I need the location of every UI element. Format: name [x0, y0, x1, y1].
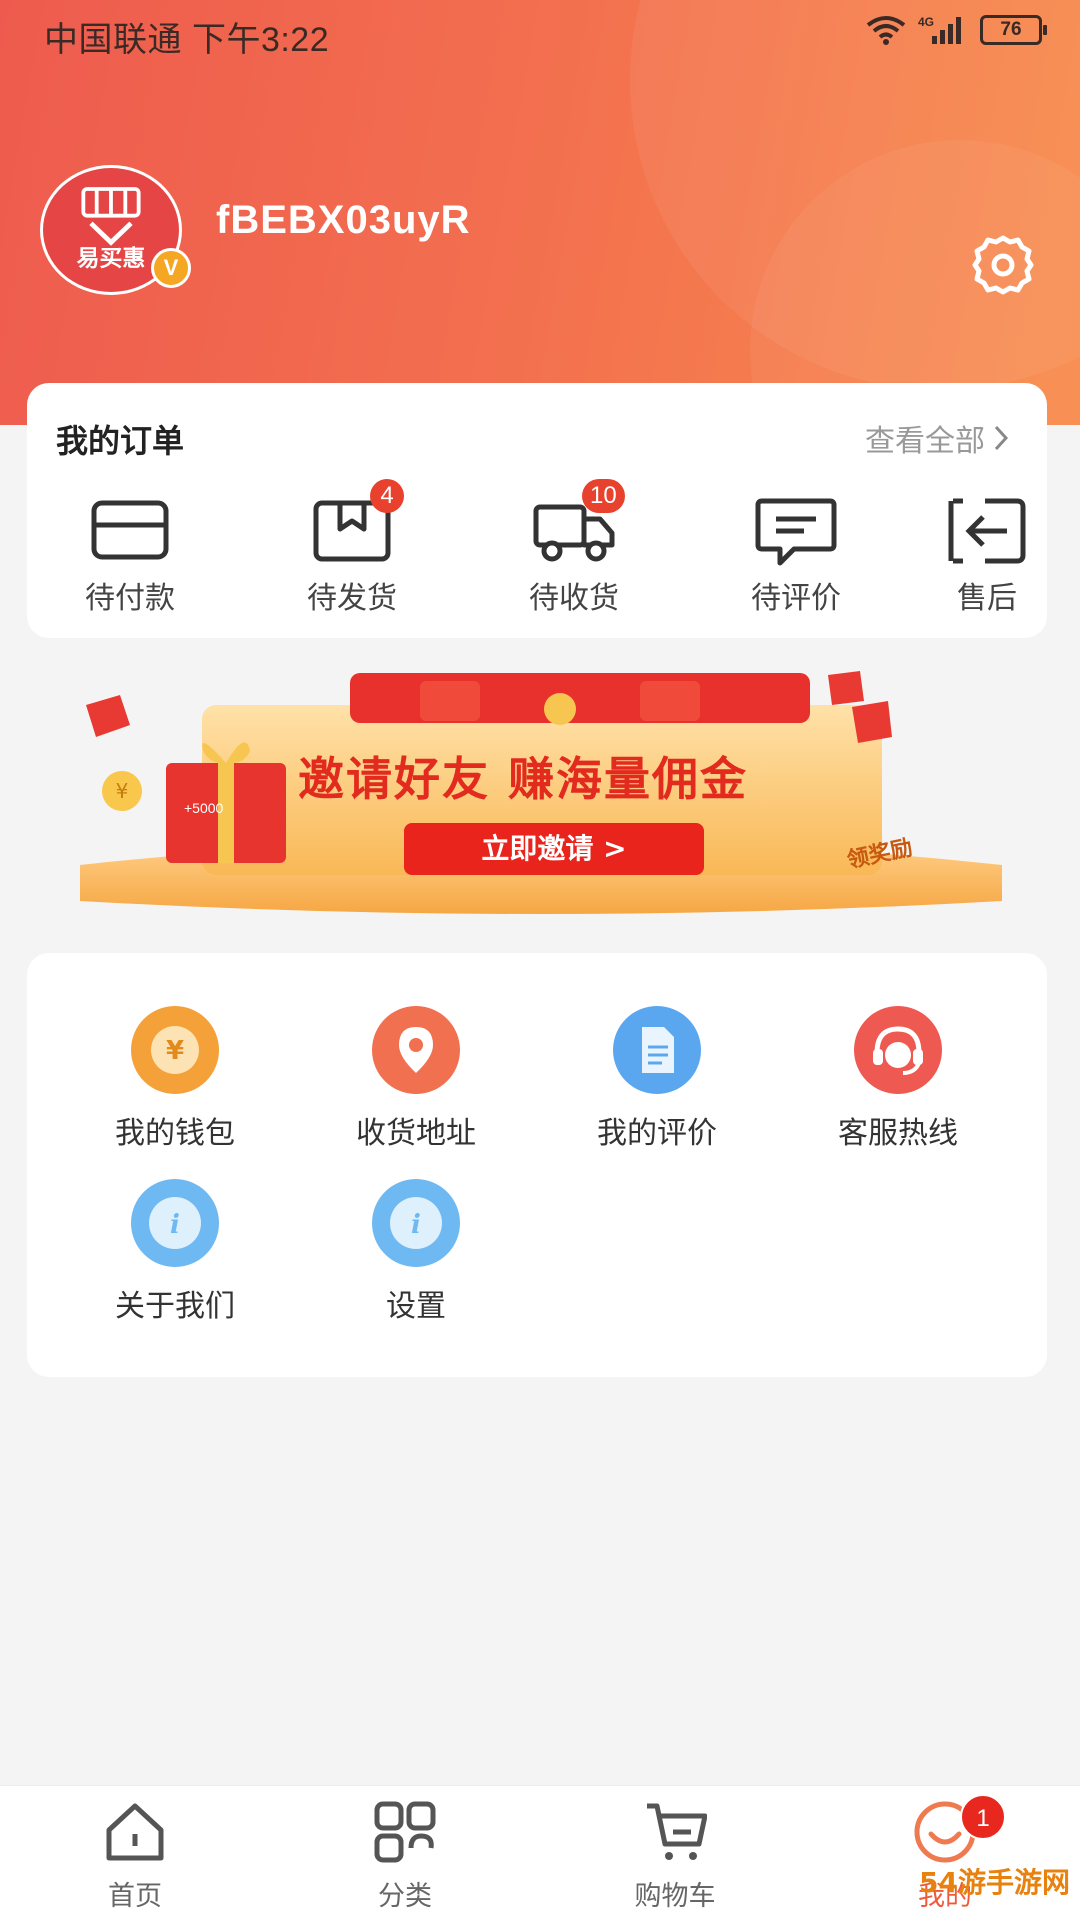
svg-text:¥: ¥	[116, 779, 129, 803]
info-icon: i	[372, 1179, 460, 1267]
signal-icon: 4G	[918, 15, 961, 44]
yuan-coin-icon: ¥	[131, 1006, 219, 1094]
banner-invite-button: 立即邀请 >	[481, 832, 626, 865]
tab-cart[interactable]: 购物车	[595, 1800, 755, 1920]
document-icon	[613, 1006, 701, 1094]
svg-text:54游手游网: 54游手游网	[919, 1866, 1070, 1899]
tab-category[interactable]: 分类	[325, 1800, 485, 1920]
svg-text:¥: ¥	[166, 1036, 184, 1066]
service-label: 我的评价	[597, 1117, 717, 1150]
view-all-orders-link[interactable]: 查看全部	[865, 416, 1009, 460]
status-icons: 4G 76	[866, 14, 1047, 46]
svg-text:易买惠: 易买惠	[77, 246, 146, 272]
orders-card: 我的订单 查看全部 待付款 4 待发货 10 待收货 待评价 售后	[27, 383, 1047, 638]
tab-label: 分类	[378, 1881, 432, 1911]
username: fBEBX03uyR	[216, 198, 471, 242]
service-label: 关于我们	[115, 1290, 235, 1323]
vip-badge: V	[151, 248, 191, 288]
order-label: 待收货	[529, 582, 619, 615]
gear-icon[interactable]	[970, 232, 1036, 298]
info-icon: i	[131, 1179, 219, 1267]
svg-text:+5000: +5000	[184, 800, 224, 816]
location-pin-icon	[372, 1006, 460, 1094]
service-wallet[interactable]: ¥ 我的钱包	[75, 1005, 275, 1155]
chevron-right-icon	[994, 425, 1009, 451]
wifi-icon	[866, 16, 906, 45]
svg-text:4G: 4G	[918, 15, 934, 29]
tab-label: 首页	[108, 1881, 162, 1911]
invite-friends-banner[interactable]: +5000 ¥ 邀请好友 赚海量佣金 立即邀请 > 领奖励	[80, 665, 1002, 920]
site-watermark: 54游手游网	[919, 1866, 1070, 1899]
orders-title: 我的订单	[56, 423, 185, 459]
order-label: 售后	[957, 582, 1017, 615]
order-status-row: 待付款 4 待发货 10 待收货 待评价 售后	[27, 479, 1047, 615]
view-all-label: 查看全部	[865, 425, 985, 458]
wallet-card-icon	[91, 500, 169, 560]
profile-header: 中国联通 下午3:22 4G 76 易买惠 V fBEBX03uyR	[0, 0, 1080, 425]
order-label: 待发货	[307, 582, 397, 615]
service-label: 设置	[386, 1290, 446, 1323]
customer-service-icon	[854, 1006, 942, 1094]
cart-icon	[647, 1803, 707, 1860]
service-my-reviews[interactable]: 我的评价	[557, 1005, 757, 1155]
home-icon	[106, 1803, 164, 1861]
order-pending-review[interactable]: 待评价	[726, 495, 866, 615]
order-badge: 4	[370, 479, 404, 513]
order-pending-payment[interactable]: 待付款	[60, 495, 200, 615]
service-label: 客服热线	[838, 1117, 958, 1150]
service-hotline[interactable]: 客服热线	[798, 1005, 998, 1155]
service-settings[interactable]: i 设置	[316, 1178, 516, 1328]
banner-headline: 邀请好友 赚海量佣金	[298, 752, 748, 806]
service-label: 我的钱包	[115, 1117, 235, 1150]
category-grid-icon	[374, 1801, 436, 1863]
avatar[interactable]: 易买惠 V	[40, 165, 191, 295]
tab-home[interactable]: 首页	[55, 1800, 215, 1920]
return-arrow-icon	[948, 498, 1026, 564]
service-about-us[interactable]: i 关于我们	[75, 1178, 275, 1328]
service-address[interactable]: 收货地址	[316, 1005, 516, 1155]
order-badge: 10	[582, 479, 625, 513]
carrier-time: 中国联通 下午3:22	[44, 21, 330, 59]
order-label: 待付款	[85, 582, 175, 615]
profile-screen: 中国联通 下午3:22 4G 76 易买惠 V fBEBX03uyR 我的订单 …	[0, 0, 1080, 1920]
svg-text:i: i	[170, 1210, 180, 1240]
services-card: ¥ 我的钱包 收货地址 我的评价 客服热线 i 关于我们 i 设置	[27, 953, 1047, 1377]
order-pending-shipment[interactable]: 4 待发货	[282, 479, 422, 615]
order-pending-receipt[interactable]: 10 待收货	[504, 479, 644, 615]
notification-badge: 1	[960, 1794, 1006, 1840]
tab-label: 购物车	[634, 1881, 716, 1911]
svg-text:i: i	[411, 1210, 421, 1240]
service-label: 收货地址	[356, 1117, 476, 1150]
status-bar: 中国联通 下午3:22 4G 76	[0, 0, 1080, 70]
order-after-sales[interactable]: 售后	[937, 495, 1037, 615]
battery-icon: 76	[980, 15, 1047, 45]
order-label: 待评价	[751, 582, 841, 615]
comment-icon	[755, 498, 837, 566]
